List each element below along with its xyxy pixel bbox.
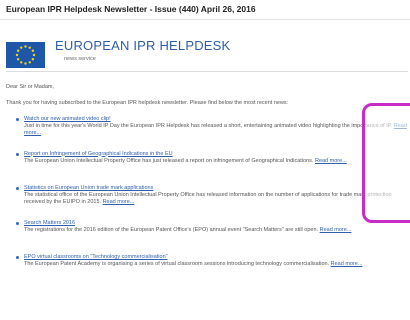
news-item: Search Matters 2016 The registrations fo… [16, 220, 410, 246]
read-more-link[interactable]: Read more... [331, 261, 363, 267]
bullet-icon [16, 118, 19, 121]
bullet-icon [16, 256, 19, 259]
news-item: Report on Infringement of Geographical I… [16, 151, 410, 177]
news-list: Watch our new animated video clip! Just … [16, 116, 410, 289]
news-item-title-link[interactable]: Statistics on European Union trade mark … [24, 185, 153, 191]
eu-star-icon [28, 46, 31, 49]
news-item-description: Just in time for this year's World IP Da… [24, 123, 410, 141]
read-more-link[interactable]: Read more... [103, 199, 135, 205]
eu-star-icon [24, 45, 27, 48]
eu-star-icon [28, 61, 31, 64]
brand-title[interactable]: EUROPEAN IPR HELPDESK [55, 38, 230, 53]
news-item-description: The statistical office of the European U… [24, 192, 410, 210]
news-item-description-text: The registrations for the 2016 edition o… [24, 226, 319, 233]
highlight-overlay-box [362, 103, 410, 223]
eu-star-icon [31, 58, 35, 61]
read-more-link[interactable]: Read more... [315, 158, 347, 164]
news-item-title-link[interactable]: Watch our new animated video clip! [24, 116, 111, 122]
eu-star-icon [16, 58, 20, 61]
news-item: Statistics on European Union trade mark … [16, 185, 410, 211]
newsletter-banner: EUROPEAN IPR HELPDESK news service [6, 35, 408, 72]
news-item: EPO virtual classrooms on "Technology co… [16, 254, 410, 280]
news-item-description: The European Union Intellectual Property… [24, 158, 410, 176]
greeting-text: Dear Sir or Madam, [6, 84, 54, 90]
read-more-link[interactable]: Read more... [320, 227, 352, 233]
eu-star-icon [20, 61, 23, 64]
news-item-description-text: The European Union Intellectual Property… [24, 157, 314, 164]
eu-star-icon [15, 53, 19, 57]
news-item: Watch our new animated video clip! Just … [16, 116, 410, 142]
eu-star-icon [16, 49, 20, 52]
news-item-description-text: Just in time for this year's World IP Da… [24, 123, 393, 129]
eu-star-icon [24, 62, 27, 65]
eu-star-icon [31, 49, 35, 52]
email-subject: European IPR Helpdesk Newsletter - Issue… [6, 4, 256, 14]
bullet-icon [16, 187, 19, 190]
news-item-title-link[interactable]: Search Matters 2016 [24, 220, 75, 226]
news-item-description-text: The European Patent Academy is organisin… [24, 261, 330, 267]
intro-text: Thank you for having subscribed to the E… [6, 100, 289, 106]
bullet-icon [16, 221, 19, 225]
eu-flag-logo [6, 42, 45, 68]
header-divider [0, 19, 410, 20]
news-item-description: The registrations for the 2016 edition o… [24, 227, 410, 245]
news-item-title-link[interactable]: EPO virtual classrooms on "Technology co… [24, 254, 168, 260]
news-item-title-link[interactable]: Report on Infringement of Geographical I… [24, 151, 173, 157]
eu-star-icon [32, 53, 36, 57]
eu-star-icon [20, 46, 23, 49]
news-item-description-text: The statistical office of the European U… [24, 192, 392, 205]
news-item-description: The European Patent Academy is organisin… [24, 261, 410, 279]
bullet-icon [16, 152, 19, 156]
brand-subtitle: news service [64, 56, 96, 62]
